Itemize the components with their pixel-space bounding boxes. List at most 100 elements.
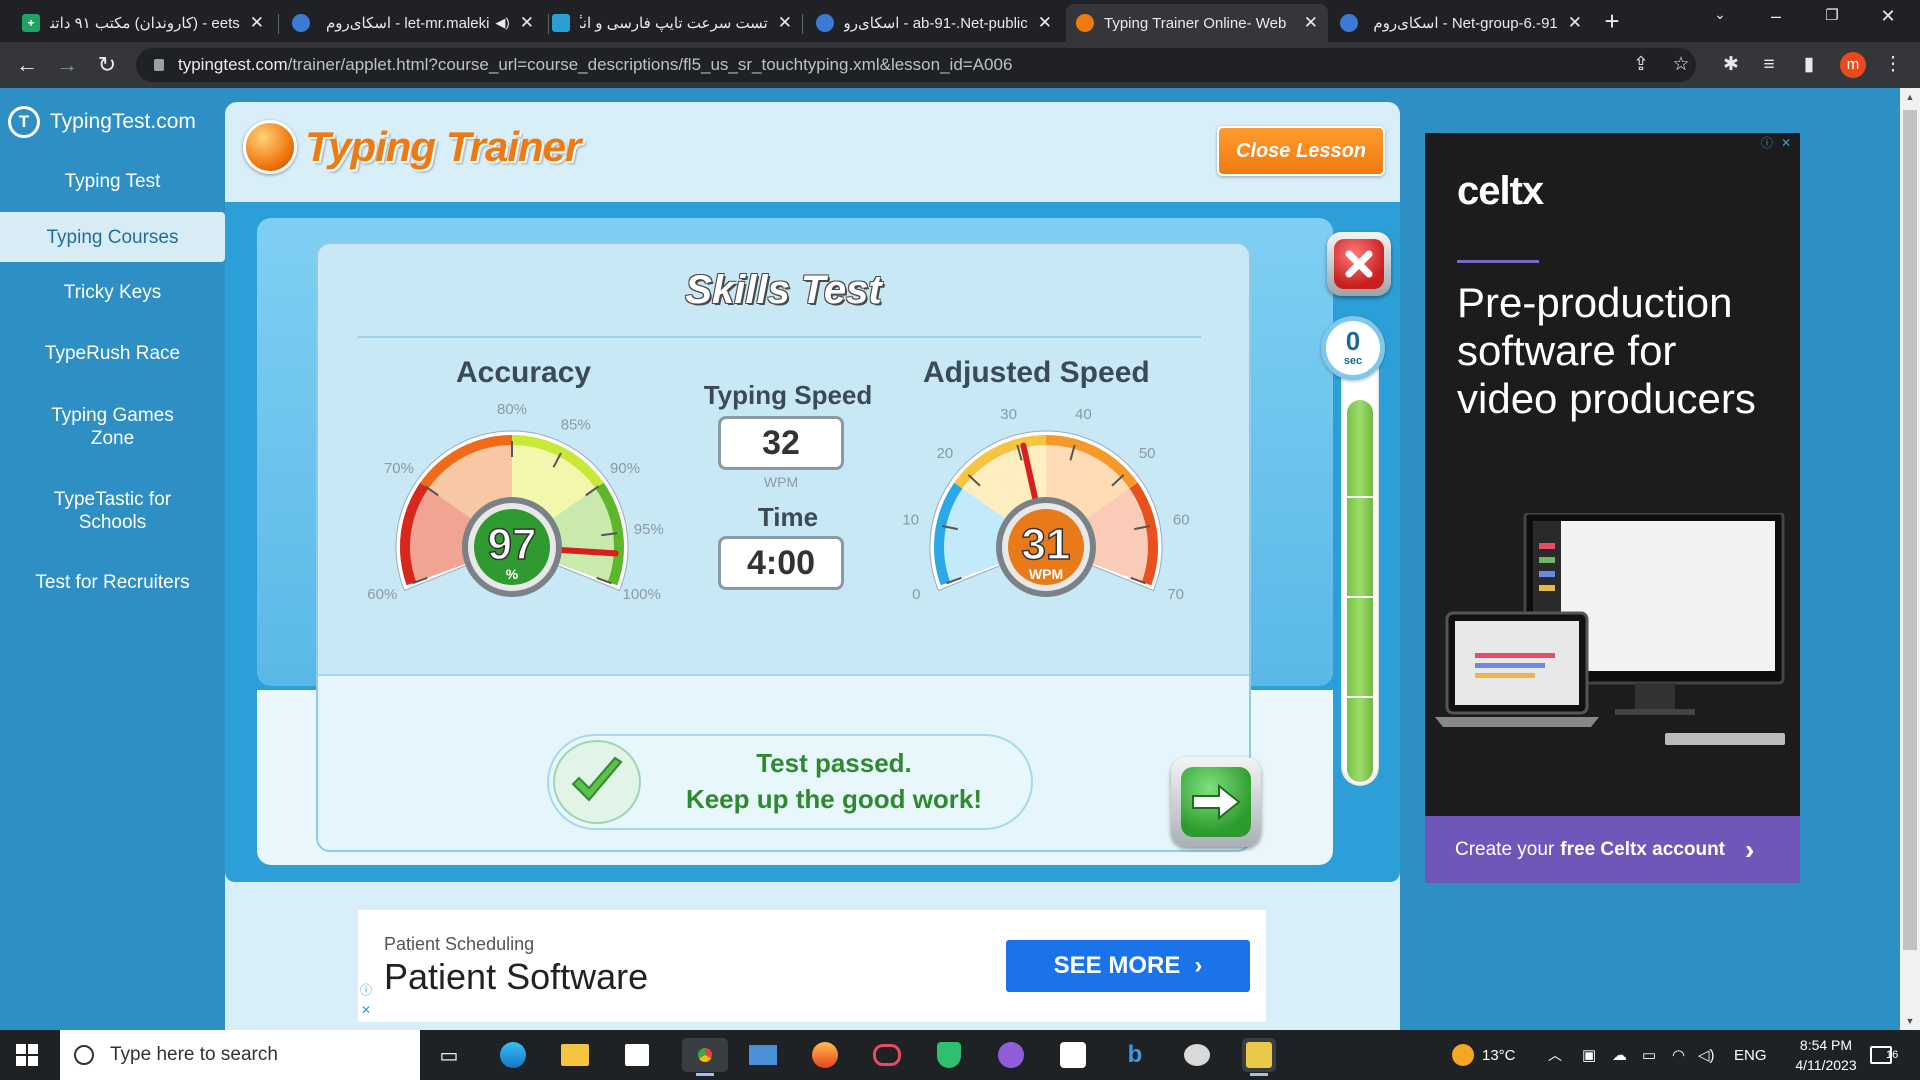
close-trainer-button[interactable] [1327,232,1391,296]
ad-close-icon[interactable]: ✕ [1778,135,1794,151]
browser-tab[interactable]: تست سرعت تایپ فارسی و انگلیسی ✕ [542,4,802,42]
scroll-up-icon[interactable]: ▲ [1900,88,1920,106]
new-tab-button[interactable]: + [1598,8,1626,36]
close-icon[interactable]: ✕ [1038,13,1052,33]
file-explorer-icon[interactable] [558,1038,592,1072]
close-icon[interactable]: ✕ [1304,13,1318,33]
security-shield-icon[interactable] [932,1038,966,1072]
language-indicator[interactable]: ENG [1734,1030,1767,1080]
bottom-ad-banner[interactable]: Patient Scheduling Patient Software SEE … [358,910,1266,1022]
nav-test-for-recruiters[interactable]: Test for Recruiters [0,552,225,612]
close-icon[interactable]: ✕ [1568,13,1582,33]
browser-tab[interactable]: ab-91-.Net-public - اسکای‌روم ✕ [806,4,1062,42]
clock-date: 4/11/2023 [1795,1057,1857,1073]
side-panel-icon[interactable]: ▮ [1796,52,1822,78]
accuracy-title: Accuracy [456,356,592,389]
browser-tab[interactable]: let-mr.maleki - اسکای‌روم ◀) ✕ [282,4,544,42]
share-icon[interactable]: ⇪ [1628,52,1654,78]
typingtest-logo-icon: T [8,106,40,138]
volume-icon[interactable]: ◁) [1698,1030,1715,1080]
media-control-icon[interactable]: ≡ [1756,52,1782,78]
site-logo[interactable]: T TypingTest.com [8,106,196,138]
typing-app-icon[interactable] [1242,1038,1276,1076]
speaker-icon[interactable]: ◀) [495,15,509,31]
edge-icon[interactable] [496,1038,530,1072]
page-content: T TypingTest.com Typing Test Typing Cour… [0,88,1900,1030]
page-scrollbar[interactable]: ▲ ▼ [1900,88,1920,1030]
minimize-button[interactable]: – [1756,6,1796,27]
tab-search-icon[interactable]: ⌄ [1700,6,1740,23]
bing-icon[interactable]: b [1118,1038,1152,1072]
nav-typing-games-zone[interactable]: Typing Games Zone [0,384,225,470]
restore-button[interactable]: ❐ [1812,6,1852,24]
nav-typing-test[interactable]: Typing Test [0,150,225,212]
scroll-down-icon[interactable]: ▼ [1900,1012,1920,1030]
taskbar-clock[interactable]: 8:54 PM 4/11/2023 [1784,1035,1868,1075]
scroll-thumb[interactable] [1903,110,1917,950]
extensions-icon[interactable]: ✱ [1718,52,1744,78]
ad-close-icon[interactable]: ✕ [358,1002,374,1018]
gauge-tick-label: 30 [1000,406,1017,423]
typing-speed-label: Typing Speed [703,380,873,410]
close-window-button[interactable]: ✕ [1868,6,1908,27]
url-host: typingtest.com [178,55,288,74]
reload-icon[interactable]: ↻ [92,50,122,80]
chat-app-icon[interactable] [870,1038,904,1072]
browser-tab[interactable]: + eets - (کاروندان) مکتب ۹۱ داتنت ✕ [12,4,274,42]
checkmark-icon [553,740,641,824]
next-button[interactable] [1171,757,1261,847]
onedrive-icon[interactable]: ☁ [1612,1030,1627,1080]
notification-center-icon[interactable]: 16 [1870,1030,1898,1080]
windows-start-icon[interactable] [16,1044,38,1066]
tab-separator [802,14,803,34]
ad-info-icon[interactable]: ⓘ [1759,135,1775,151]
close-x-icon [1334,239,1384,289]
nav-typing-courses[interactable]: Typing Courses [0,212,225,262]
nav-tricky-keys[interactable]: Tricky Keys [0,262,225,322]
taskbar-search[interactable]: Type here to search [60,1030,420,1080]
firefox-icon[interactable] [808,1038,842,1072]
accuracy-gauge: 60% 70% 80% 85% 90% 95% 100% 97% [367,401,664,603]
ad-info-icon[interactable]: ⓘ [358,982,374,998]
site-logo-text: TypingTest.com [50,110,196,133]
nav-typerush-race[interactable]: TypeRush Race [0,322,225,384]
nav-label: Tricky Keys [63,281,162,303]
bookmark-star-icon[interactable]: ☆ [1668,52,1694,78]
browser-tab-active[interactable]: Typing Trainer Online- Web ✕ [1066,4,1328,42]
tray-chevron-icon[interactable]: ︿ [1548,1030,1562,1080]
browser-tab[interactable]: 91-.Net-group-6 - اسکای‌روم ✕ [1330,4,1592,42]
see-more-button[interactable]: SEE MORE › [1006,940,1250,992]
close-icon[interactable]: ✕ [520,13,534,33]
back-arrow-icon[interactable]: ← [12,50,42,80]
gauge-tick-label: 60 [1173,512,1190,529]
close-icon[interactable]: ✕ [778,13,792,33]
result-line-1: Test passed. [756,748,912,778]
menu-kebab-icon[interactable]: ⋮ [1880,52,1906,78]
address-bar[interactable]: typingtest.com/trainer/applet.html?cours… [136,48,1696,82]
paint-icon[interactable] [1180,1038,1214,1072]
whiteboard-app-icon[interactable] [1056,1038,1090,1072]
nav-typetastic-schools[interactable]: TypeTastic for Schools [0,470,225,552]
gauge-tick-label: 80% [497,401,527,418]
meet-now-icon[interactable]: ▣ [1582,1030,1596,1080]
side-ad-banner[interactable]: ⓘ ✕ celtx Pre-production software for vi… [1425,133,1800,883]
celtx-cta[interactable]: Create your free Celtx account › [1425,816,1800,883]
chrome-icon[interactable] [682,1038,728,1076]
github-icon[interactable] [994,1038,1028,1072]
wifi-icon[interactable]: ◠ [1672,1030,1685,1080]
typingtest-icon [1076,14,1094,32]
task-view-icon[interactable]: ▭ [432,1038,466,1072]
close-icon[interactable]: ✕ [250,13,264,33]
result-line-2: Keep up the good work! [685,784,983,814]
battery-icon[interactable]: ▭ [1642,1030,1656,1080]
gauge-tick-label: 95% [634,521,664,538]
profile-avatar[interactable]: m [1840,52,1866,78]
weather-widget[interactable]: 13°C [1452,1030,1516,1080]
gauge-tick-label: 60% [367,586,397,603]
mail-icon[interactable] [746,1038,780,1072]
timer-value: 0 [1345,326,1361,356]
forward-arrow-icon[interactable]: → [52,50,82,80]
clock-time: 8:54 PM [1799,1037,1853,1053]
close-lesson-button[interactable]: Close Lesson [1217,126,1385,176]
store-icon[interactable] [620,1038,654,1072]
